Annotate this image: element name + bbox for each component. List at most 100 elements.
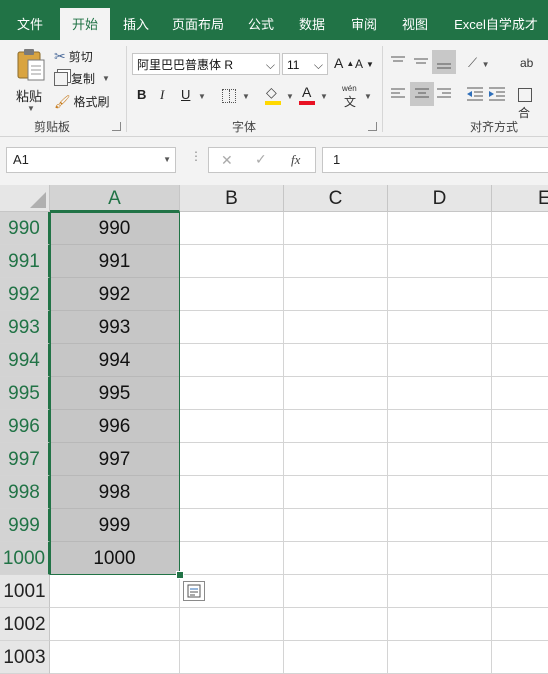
column-header-d[interactable]: D: [388, 185, 492, 212]
cell-c[interactable]: [284, 344, 388, 377]
font-size-dropdown[interactable]: 11 ⌵: [282, 53, 328, 75]
align-middle-button[interactable]: [413, 54, 429, 68]
cell-b[interactable]: [180, 443, 284, 476]
cell-a[interactable]: 992: [50, 278, 180, 311]
tab-view[interactable]: 视图: [392, 8, 438, 40]
tab-home[interactable]: 开始: [60, 8, 110, 40]
cell-c[interactable]: [284, 245, 388, 278]
cell-b[interactable]: [180, 476, 284, 509]
wrap-text-button[interactable]: ab: [520, 54, 548, 70]
align-center-button[interactable]: [410, 82, 434, 106]
row-header[interactable]: 993: [0, 311, 50, 344]
cell-e[interactable]: [492, 641, 548, 674]
cell-d[interactable]: [388, 641, 492, 674]
clipboard-dialog-launcher-icon[interactable]: [112, 122, 121, 131]
decrease-font-size-button[interactable]: A ▼: [355, 57, 374, 71]
align-right-button[interactable]: [436, 86, 452, 102]
align-left-button[interactable]: [390, 86, 406, 102]
increase-indent-button[interactable]: [488, 86, 506, 102]
row-header[interactable]: 991: [0, 245, 50, 278]
cell-b[interactable]: [180, 641, 284, 674]
fill-handle[interactable]: [176, 571, 184, 579]
tab-insert[interactable]: 插入: [114, 8, 158, 40]
align-top-button[interactable]: [390, 54, 406, 68]
cell-b[interactable]: [180, 377, 284, 410]
cell-b[interactable]: [180, 410, 284, 443]
font-color-button[interactable]: A: [298, 84, 318, 106]
select-all-button[interactable]: [0, 185, 50, 212]
cell-a[interactable]: 999: [50, 509, 180, 542]
cell-c[interactable]: [284, 410, 388, 443]
cell-d[interactable]: [388, 344, 492, 377]
tab-data[interactable]: 数据: [288, 8, 336, 40]
cell-c[interactable]: [284, 278, 388, 311]
row-header[interactable]: 998: [0, 476, 50, 509]
orientation-button[interactable]: ⟋ ▼: [468, 54, 494, 70]
cell-e[interactable]: [492, 476, 548, 509]
chevron-down-icon[interactable]: ▼: [198, 92, 206, 101]
column-header-e[interactable]: E: [492, 185, 548, 212]
decrease-indent-button[interactable]: [466, 86, 484, 102]
cell-c[interactable]: [284, 509, 388, 542]
row-header[interactable]: 1000: [0, 542, 50, 575]
insert-function-icon[interactable]: fx: [291, 152, 300, 168]
underline-button[interactable]: U: [181, 87, 190, 102]
cell-c[interactable]: [284, 608, 388, 641]
cell-d[interactable]: [388, 410, 492, 443]
row-header[interactable]: 1003: [0, 641, 50, 674]
cell-a[interactable]: [50, 641, 180, 674]
row-header[interactable]: 995: [0, 377, 50, 410]
column-header-b[interactable]: B: [180, 185, 284, 212]
cell-c[interactable]: [284, 575, 388, 608]
chevron-down-icon[interactable]: ▼: [286, 92, 294, 101]
name-box[interactable]: A1 ▼: [6, 147, 176, 173]
row-header[interactable]: 994: [0, 344, 50, 377]
enter-icon[interactable]: ✓: [255, 151, 267, 168]
cell-d[interactable]: [388, 542, 492, 575]
font-name-dropdown[interactable]: 阿里巴巴普惠体 R ⌵: [132, 53, 280, 75]
cell-e[interactable]: [492, 410, 548, 443]
cell-d[interactable]: [388, 476, 492, 509]
cell-e[interactable]: [492, 443, 548, 476]
row-header[interactable]: 997: [0, 443, 50, 476]
phonetic-button[interactable]: wén 文: [340, 84, 362, 109]
chevron-down-icon[interactable]: ▼: [320, 92, 328, 101]
cell-b[interactable]: [180, 212, 284, 245]
cell-e[interactable]: [492, 509, 548, 542]
tab-page-layout[interactable]: 页面布局: [162, 8, 234, 40]
cell-c[interactable]: [284, 443, 388, 476]
cell-e[interactable]: [492, 311, 548, 344]
cell-b[interactable]: [180, 542, 284, 575]
cell-d[interactable]: [388, 245, 492, 278]
cell-e[interactable]: [492, 278, 548, 311]
cell-a[interactable]: 994: [50, 344, 180, 377]
align-bottom-button[interactable]: [432, 50, 456, 74]
increase-font-size-button[interactable]: A ▲: [334, 55, 354, 71]
row-header[interactable]: 996: [0, 410, 50, 443]
column-header-c[interactable]: C: [284, 185, 388, 212]
cell-d[interactable]: [388, 278, 492, 311]
tab-formulas[interactable]: 公式: [238, 8, 284, 40]
cell-a[interactable]: [50, 575, 180, 608]
cell-e[interactable]: [492, 608, 548, 641]
cell-b[interactable]: [180, 509, 284, 542]
cell-d[interactable]: [388, 509, 492, 542]
cell-a[interactable]: 990: [50, 212, 180, 245]
cut-button[interactable]: ✂ 剪切: [54, 48, 93, 65]
formula-bar-resize-handle[interactable]: ⋮: [190, 149, 202, 163]
cell-b[interactable]: [180, 344, 284, 377]
cell-c[interactable]: [284, 311, 388, 344]
cell-e[interactable]: [492, 344, 548, 377]
cell-d[interactable]: [388, 443, 492, 476]
formula-input[interactable]: 1: [322, 147, 548, 173]
cell-d[interactable]: [388, 311, 492, 344]
row-header[interactable]: 1001: [0, 575, 50, 608]
italic-button[interactable]: I: [160, 87, 164, 103]
cell-a[interactable]: 991: [50, 245, 180, 278]
cell-a[interactable]: 997: [50, 443, 180, 476]
borders-button[interactable]: [222, 89, 236, 103]
cell-b[interactable]: [180, 278, 284, 311]
cell-c[interactable]: [284, 542, 388, 575]
chevron-down-icon[interactable]: ▼: [242, 92, 250, 101]
cell-e[interactable]: [492, 377, 548, 410]
